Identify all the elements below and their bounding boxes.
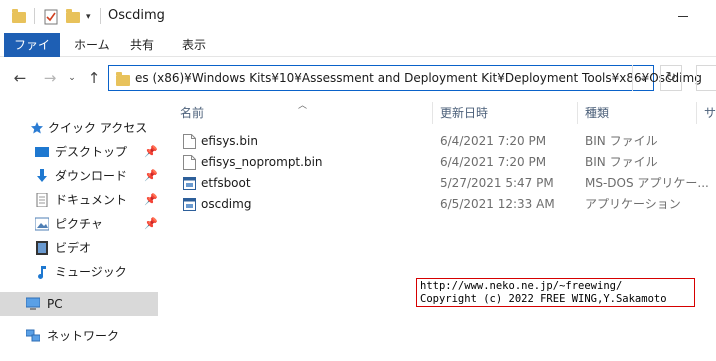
- minimize-button[interactable]: [668, 8, 698, 24]
- table-row[interactable]: efisys_noprompt.bin 6/4/2021 7:20 PM BIN…: [176, 152, 706, 173]
- column-header-type[interactable]: 種類: [585, 104, 609, 121]
- file-date: 6/4/2021 7:20 PM: [440, 155, 547, 169]
- column-separator[interactable]: [696, 102, 697, 124]
- file-name: efisys_noprompt.bin: [201, 155, 323, 169]
- app-icon: [183, 198, 196, 211]
- file-date: 6/5/2021 12:33 AM: [440, 197, 555, 211]
- file-list: ︿ 名前 更新日時 種類 サ efisys.bin 6/4/2021 7:20 …: [166, 98, 716, 361]
- file-name: efisys.bin: [201, 134, 258, 148]
- app-icon: [183, 177, 196, 190]
- download-icon: [37, 169, 47, 182]
- sidebar-item-videos[interactable]: ビデオ: [0, 236, 158, 260]
- divider: [34, 8, 35, 24]
- document-icon: [36, 193, 48, 207]
- pin-icon[interactable]: 📌: [144, 188, 158, 212]
- address-dropdown-icon[interactable]: ⌄: [632, 65, 654, 91]
- column-separator[interactable]: [432, 102, 433, 124]
- sidebar-item-label: ネットワーク: [47, 329, 120, 343]
- table-row[interactable]: etfsboot 5/27/2021 5:47 PM MS-DOS アプリケー.…: [176, 173, 709, 194]
- tab-share[interactable]: 共有: [120, 33, 164, 57]
- copyright-url: http://www.neko.ne.jp/~freewing/: [420, 280, 623, 292]
- sidebar-item-label: PC: [47, 297, 63, 311]
- music-icon: [38, 266, 46, 279]
- tab-file[interactable]: ファイル: [4, 33, 60, 76]
- table-row[interactable]: oscdimg 6/5/2021 12:33 AM アプリケーション: [176, 194, 706, 215]
- title-bar: ▾ Oscdimg: [0, 0, 716, 33]
- file-type: BIN ファイル: [585, 134, 658, 148]
- pin-icon[interactable]: 📌: [144, 212, 158, 236]
- address-path[interactable]: es (x86)¥Windows Kits¥10¥Assessment and …: [135, 71, 702, 85]
- file-name: etfsboot: [201, 176, 251, 190]
- search-input[interactable]: [696, 65, 716, 91]
- sidebar-item-label: ミュージック: [55, 265, 127, 279]
- refresh-button[interactable]: ↻: [660, 65, 682, 91]
- divider: [100, 8, 101, 24]
- sidebar-item-label: デスクトップ: [55, 145, 128, 159]
- sidebar-item-network[interactable]: ネットワーク: [0, 324, 158, 348]
- desktop-icon: [35, 147, 49, 157]
- sidebar-item-desktop[interactable]: デスクトップ 📌: [0, 140, 158, 164]
- copyright-text: Copyright (c) 2022 FREE WING,Y.Sakamoto: [420, 293, 667, 305]
- sidebar-item-label: ピクチャ: [55, 217, 103, 231]
- sidebar-item-label: ダウンロード: [55, 169, 128, 183]
- pin-icon[interactable]: 📌: [144, 140, 158, 164]
- file-type: MS-DOS アプリケー...: [585, 176, 709, 190]
- navigation-pane: クイック アクセス デスクトップ 📌 ダウンロード 📌 ドキュメント 📌 ピクチ…: [0, 98, 160, 361]
- sidebar-item-downloads[interactable]: ダウンロード 📌: [0, 164, 158, 188]
- folder-icon: [116, 72, 130, 86]
- sidebar-item-label: ドキュメント: [55, 193, 128, 207]
- sidebar-item-label: ビデオ: [55, 241, 92, 255]
- table-row[interactable]: efisys.bin 6/4/2021 7:20 PM BIN ファイル: [176, 131, 706, 152]
- file-icon: [183, 155, 196, 170]
- network-icon: [26, 329, 40, 342]
- picture-icon: [35, 217, 49, 231]
- pin-icon[interactable]: 📌: [144, 164, 158, 188]
- sidebar-item-music[interactable]: ミュージック: [0, 260, 158, 284]
- column-header-name[interactable]: 名前: [180, 104, 204, 121]
- address-bar[interactable]: es (x86)¥Windows Kits¥10¥Assessment and …: [108, 65, 702, 91]
- copyright-watermark: http://www.neko.ne.jp/~freewing/ Copyrig…: [416, 278, 695, 307]
- window-title: Oscdimg: [108, 8, 165, 23]
- recent-dropdown-icon[interactable]: ⌄: [62, 68, 82, 88]
- ribbon-tabs: ファイル ホーム 共有 表示: [0, 33, 716, 76]
- sort-ascending-icon: ︿: [298, 101, 308, 111]
- file-date: 5/27/2021 5:47 PM: [440, 176, 554, 190]
- file-date: 6/4/2021 7:20 PM: [440, 134, 547, 148]
- sidebar-item-pc[interactable]: PC: [0, 292, 158, 316]
- sidebar-item-quick-access[interactable]: クイック アクセス: [0, 116, 158, 140]
- file-type: BIN ファイル: [585, 155, 658, 169]
- customize-dropdown-icon[interactable]: ▾: [86, 9, 91, 25]
- back-arrow-icon[interactable]: ←: [10, 68, 30, 88]
- file-name: oscdimg: [201, 197, 252, 211]
- forward-arrow-icon[interactable]: →: [40, 68, 60, 88]
- tab-view[interactable]: 表示: [172, 33, 216, 57]
- video-icon: [36, 241, 48, 255]
- file-type: アプリケーション: [585, 197, 681, 211]
- pc-icon: [26, 297, 40, 310]
- sidebar-item-label: クイック アクセス: [48, 121, 148, 135]
- navigation-bar: ← → ⌄ ↑ es (x86)¥Windows Kits¥10¥Assessm…: [0, 58, 716, 98]
- sidebar-item-pictures[interactable]: ピクチャ 📌: [0, 212, 158, 236]
- column-separator[interactable]: [577, 102, 578, 124]
- properties-icon[interactable]: [44, 9, 58, 25]
- column-header-size[interactable]: サ: [704, 104, 716, 121]
- file-icon: [183, 134, 196, 149]
- column-header-date[interactable]: 更新日時: [440, 104, 488, 121]
- tab-home[interactable]: ホーム: [64, 33, 120, 57]
- star-icon: [31, 122, 43, 134]
- up-arrow-icon[interactable]: ↑: [84, 68, 104, 88]
- sidebar-item-documents[interactable]: ドキュメント 📌: [0, 188, 158, 212]
